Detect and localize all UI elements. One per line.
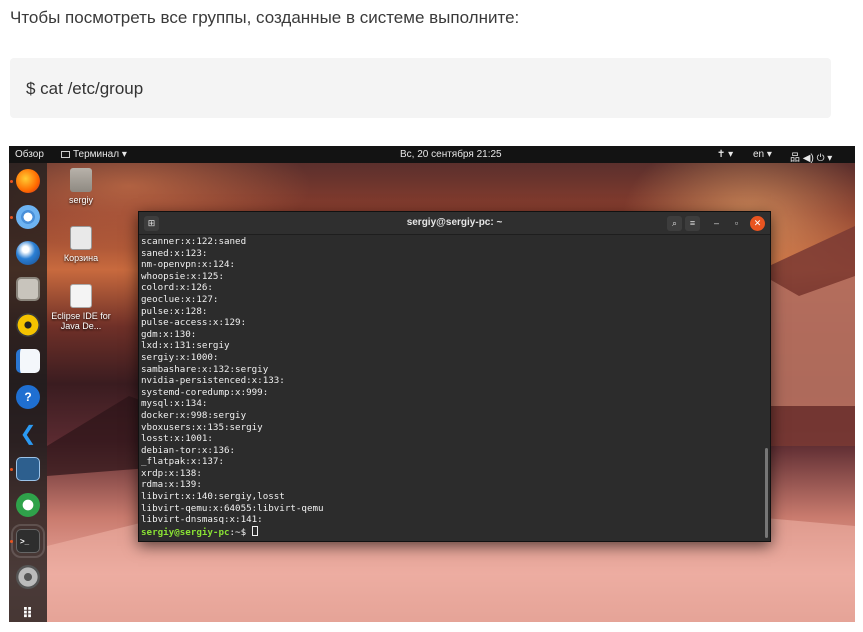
code-block: $ cat /etc/group <box>10 58 831 118</box>
terminal-line: libvirt-dnsmasq:x:141: <box>141 514 263 526</box>
activities-button[interactable]: Обзор <box>15 149 44 160</box>
terminal-line: debian-tor:x:136: <box>141 444 236 456</box>
terminal-line: _flatpak:x:137: <box>141 456 224 468</box>
files-icon[interactable] <box>16 277 40 301</box>
writer-icon[interactable] <box>16 349 40 373</box>
software-icon[interactable] <box>16 493 40 517</box>
prompt-user: sergiy@sergiy-pc <box>141 526 230 538</box>
terminal-line: pulse:x:128: <box>141 305 208 317</box>
terminal-window: ⊞ sergiy@sergiy-pc: ~ ⌕ ≡ – ▫ ✕ scanner:… <box>138 211 771 542</box>
terminal-line: xrdp:x:138: <box>141 467 202 479</box>
terminal-line: colord:x:126: <box>141 282 213 294</box>
thunderbird-icon[interactable] <box>16 241 40 265</box>
terminal-app-menu[interactable]: Терминал ▾ <box>61 149 127 160</box>
terminal-icon[interactable]: >_ <box>11 524 45 558</box>
terminal-line: libvirt:x:140:sergiy,losst <box>141 491 285 503</box>
terminal-line: sambashare:x:132:sergiy <box>141 363 269 375</box>
minimize-button[interactable]: – <box>709 216 724 231</box>
maximize-button[interactable]: ▫ <box>729 216 744 231</box>
system-menu[interactable]: 品 ◀) ⏻ ▾ <box>790 149 832 164</box>
terminal-line: libvirt-qemu:x:64055:libvirt-qemu <box>141 502 324 514</box>
desktop-icon-home[interactable]: sergiy <box>50 168 112 205</box>
terminal-line: sergiy:x:1000: <box>141 351 219 363</box>
prompt-path: :~$ <box>229 526 252 538</box>
text-cursor <box>251 525 258 536</box>
terminal-line: docker:x:998:sergiy <box>141 409 247 421</box>
terminal-line: nm-openvpn:x:124: <box>141 259 236 271</box>
terminal-line: vboxusers:x:135:sergiy <box>141 421 263 433</box>
terminal-line: saned:x:123: <box>141 247 208 259</box>
terminal-scrollbar[interactable] <box>765 448 768 538</box>
article-intro: Чтобы посмотреть все группы, созданные в… <box>10 8 520 27</box>
chromium-icon[interactable] <box>16 205 40 229</box>
language-menu[interactable]: en ▾ <box>753 149 772 160</box>
terminal-line: gdm:x:130: <box>141 328 197 340</box>
app-menu-label: Терминал ▾ <box>73 149 127 160</box>
terminal-line: pulse-access:x:129: <box>141 317 247 329</box>
terminal-line: whoopsie:x:125: <box>141 270 224 282</box>
code-command: $ cat /etc/group <box>26 79 144 98</box>
trash-icon <box>70 226 92 250</box>
accessibility-menu[interactable]: ✝ ▾ <box>717 149 733 160</box>
menu-button[interactable]: ≡ <box>685 216 700 231</box>
search-button[interactable]: ⌕ <box>667 216 682 231</box>
desktop-icon-label: Корзина <box>63 253 99 263</box>
firefox-icon[interactable] <box>16 169 40 193</box>
terminal-output[interactable]: scanner:x:122:saned saned:x:123: nm-openvp… <box>141 236 761 541</box>
help-icon[interactable]: ? <box>16 385 40 409</box>
close-button[interactable]: ✕ <box>750 216 765 231</box>
terminal-line: systemd-coredump:x:999: <box>141 386 269 398</box>
terminal-line: scanner:x:122:saned <box>141 236 247 247</box>
terminal-line: nvidia-persistenced:x:133: <box>141 375 285 387</box>
clock[interactable]: Вс, 20 сентября 21:25 <box>400 149 502 160</box>
vscode-icon[interactable]: ❮ <box>16 421 40 445</box>
desktop-icon-label: Eclipse IDE for Java De... <box>51 311 111 331</box>
dock: ? ❮ >_ ⠿ <box>9 163 47 622</box>
screenshot: Обзор Терминал ▾ Вс, 20 сентября 21:25 ✝… <box>9 146 855 622</box>
terminal-prompt: sergiy@sergiy-pc:~$ <box>141 525 761 538</box>
desktop-icon-trash[interactable]: Корзина <box>50 226 112 263</box>
show-apps-icon[interactable]: ⠿ <box>16 601 40 622</box>
terminal-line: mysql:x:134: <box>141 398 208 410</box>
desktop-icon-label: sergiy <box>68 195 93 205</box>
settings-icon[interactable] <box>16 565 40 589</box>
top-bar: Обзор Терминал ▾ Вс, 20 сентября 21:25 ✝… <box>9 146 855 164</box>
terminal-line: rdma:x:139: <box>141 479 202 491</box>
eclipse-launcher-icon <box>70 284 92 308</box>
terminal-line: lxd:x:131:sergiy <box>141 340 230 352</box>
rhythmbox-icon[interactable] <box>16 313 40 337</box>
terminal-line: geoclue:x:127: <box>141 293 219 305</box>
system-monitor-icon[interactable] <box>16 457 40 481</box>
terminal-small-icon <box>61 151 70 158</box>
home-folder-icon <box>70 168 92 192</box>
desktop-icon-eclipse[interactable]: Eclipse IDE for Java De... <box>50 284 112 331</box>
terminal-line: losst:x:1001: <box>141 433 213 445</box>
terminal-titlebar[interactable]: ⊞ sergiy@sergiy-pc: ~ ⌕ ≡ – ▫ ✕ <box>139 212 770 235</box>
